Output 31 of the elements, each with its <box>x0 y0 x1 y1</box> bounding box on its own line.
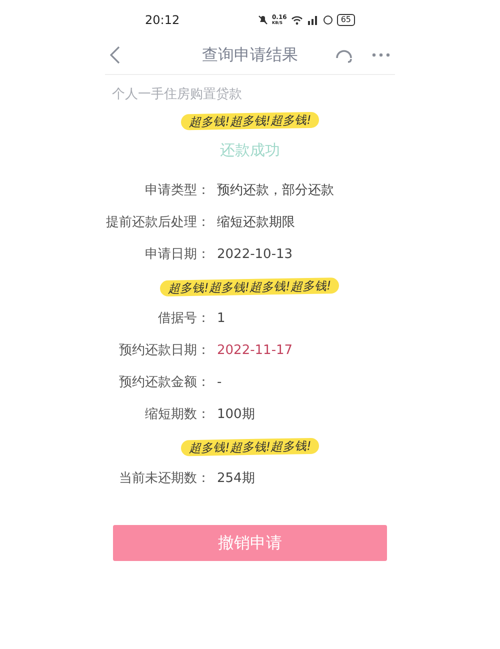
handwritten-sticker: 超多钱!超多钱!超多钱!超多钱! <box>160 277 340 297</box>
field-label: 提前还款后处理： <box>105 214 210 232</box>
back-icon[interactable] <box>110 46 120 64</box>
field-label: 借据号： <box>157 310 210 328</box>
field-label: 预约还款金额： <box>118 374 210 392</box>
field-value: 254期 <box>217 470 255 488</box>
field-value: 2022-10-13 <box>217 246 293 264</box>
handwritten-sticker: 超多钱!超多钱!超多钱! <box>180 438 320 456</box>
field-label: 缩短期数： <box>144 406 210 424</box>
sim-icon <box>322 15 333 25</box>
field-value: 1 <box>217 310 226 328</box>
field-label: 当前未还期数： <box>118 470 210 488</box>
status-time: 20:12 <box>145 12 180 29</box>
cancel-application-button[interactable]: 撤销申请 <box>113 525 387 561</box>
handwritten-sticker: 超多钱!超多钱!超多钱! <box>180 111 320 130</box>
more-icon[interactable] <box>372 53 390 57</box>
field-value: - <box>217 374 222 392</box>
page-title: 查询申请结果 <box>202 44 298 66</box>
loan-name: 个人一手住房购置贷款 <box>112 86 243 104</box>
field-value: 100期 <box>217 406 255 424</box>
field-label: 预约还款日期： <box>118 342 210 360</box>
result-status: 还款成功 <box>220 140 280 158</box>
field-value: 2022-11-17 <box>217 342 293 360</box>
field-label: 申请日期： <box>144 246 210 264</box>
mute-icon <box>258 15 268 25</box>
field-value: 预约还款，部分还款 <box>217 182 334 200</box>
field-value: 缩短还款期限 <box>217 214 295 232</box>
wifi-icon <box>290 15 303 25</box>
battery-indicator: 65 <box>336 14 355 26</box>
signal-icon <box>306 15 319 25</box>
field-label: 申请类型： <box>144 182 210 200</box>
